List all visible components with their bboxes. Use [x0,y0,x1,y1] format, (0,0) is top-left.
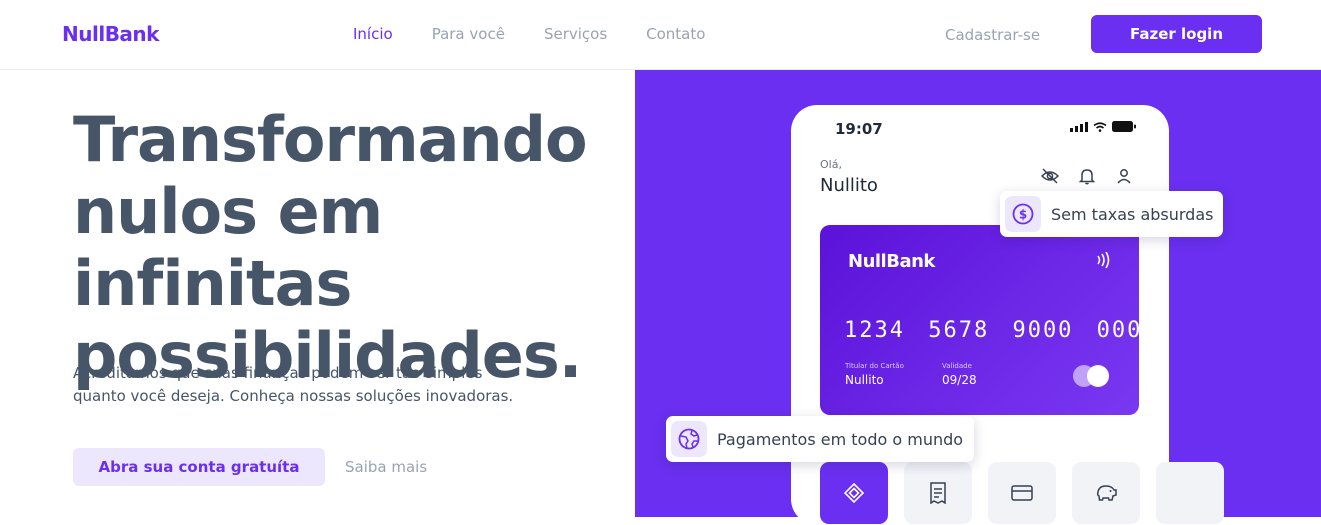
signal-icon [1070,121,1088,132]
card-holder-value: Nullito [845,373,884,387]
phone-time: 19:07 [835,120,883,138]
wifi-icon [1093,121,1107,132]
receipt-icon [930,482,946,504]
contactless-icon [1097,251,1110,269]
quick-action-savings[interactable] [1072,462,1140,524]
dollar-circle-icon: $ [1012,203,1034,225]
globe-icon [678,428,700,450]
svg-text:$: $ [1019,208,1027,222]
quick-action-pix[interactable] [820,462,888,524]
logo[interactable]: NullBank [62,22,159,46]
feature-badge-payments-text: Pagamentos em todo o mundo [717,429,964,449]
user-icon[interactable] [1114,166,1134,186]
credit-card[interactable]: NullBank 1234 5678 9000 0000 Titular do … [820,225,1156,415]
quick-action-more[interactable] [1156,462,1224,524]
nav-item-contato[interactable]: Contato [646,25,705,43]
hero-title: Transformando nulos em infinitas possibi… [73,104,633,392]
hero-title-line: nulos em infinitas [73,175,383,320]
piggy-bank-icon [1096,485,1117,501]
feature-badge-payments: Pagamentos em todo o mundo [666,416,974,462]
quick-action-card[interactable] [988,462,1056,524]
hero-subtitle-line: Acreditamos que suas finanças podem ser … [73,364,483,382]
login-button[interactable]: Fazer login [1091,15,1262,53]
phone-status-bar [1070,121,1136,132]
card-validity-value: 09/28 [942,373,977,387]
badge-icon-box: $ [1005,196,1041,232]
nav-item-servicos[interactable]: Serviços [544,25,607,43]
top-navbar: NullBank Início Para você Serviços Conta… [0,0,1321,70]
mastercard-icon [1073,365,1109,387]
card-brand: NullBank [848,251,935,272]
card-validity-label: Validade [942,362,972,370]
hero-subtitle: Acreditamos que suas finanças podem ser … [73,362,543,408]
card-icon [1011,485,1033,501]
hero-title-line: Transformando [73,103,588,176]
feature-badge-fees: $ Sem taxas absurdas [1000,191,1223,237]
bell-icon[interactable] [1077,166,1097,186]
card-holder-label: Titular do Cartão [845,362,904,370]
phone-top-actions [1040,166,1134,186]
pix-icon [843,482,865,504]
greeting: Olá, [820,158,842,171]
feature-badge-fees-text: Sem taxas absurdas [1051,204,1214,224]
battery-icon [1112,121,1136,132]
card-number: 1234 5678 9000 0000 [844,318,1158,343]
nav-item-para-voce[interactable]: Para você [432,25,505,43]
quick-action-receipt[interactable] [904,462,972,524]
user-name: Nullito [820,175,878,196]
hero-subtitle-line: quanto você deseja. Conheça nossas soluç… [73,387,514,405]
eye-off-icon[interactable] [1040,166,1060,186]
signup-link[interactable]: Cadastrar-se [945,26,1040,44]
learn-more-link[interactable]: Saiba mais [345,458,427,476]
phone-quick-actions [820,462,1224,524]
badge-icon-box [671,421,707,457]
open-account-button[interactable]: Abra sua conta gratuíta [73,448,325,486]
main-nav: Início Para você Serviços Contato [353,25,744,43]
nav-item-inicio[interactable]: Início [353,25,393,43]
